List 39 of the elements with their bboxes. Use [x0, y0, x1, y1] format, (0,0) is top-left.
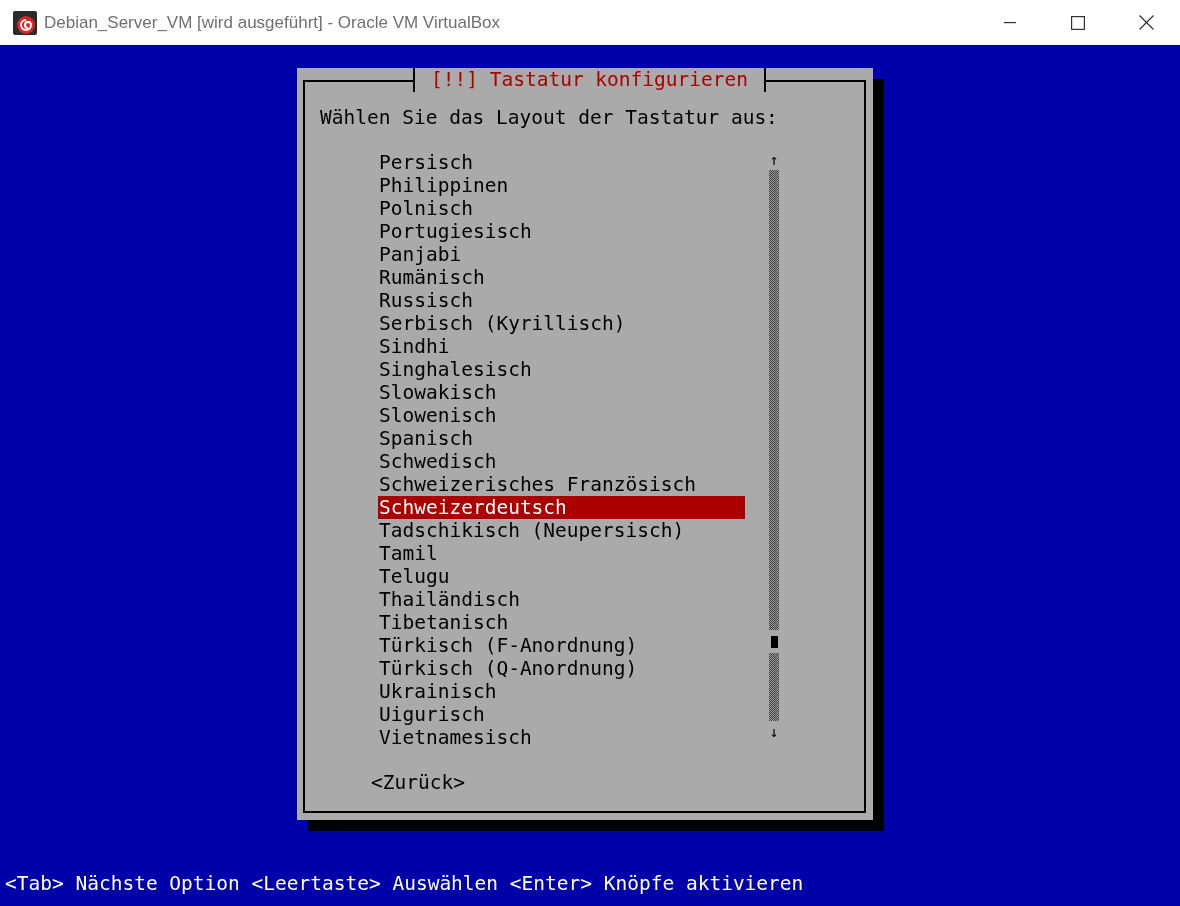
scroll-down-arrow[interactable]: ↓ — [769, 723, 779, 742]
app-logo-icon — [13, 10, 37, 35]
minimize-icon — [1004, 21, 1016, 24]
list-item[interactable]: Philippinen — [378, 174, 745, 197]
scrollbar-thumb[interactable] — [770, 636, 778, 648]
list-item[interactable]: Ukrainisch — [378, 680, 745, 703]
list-item[interactable]: Telugu — [378, 565, 745, 588]
list-item[interactable]: Tamil — [378, 542, 745, 565]
list-item[interactable]: Türkisch (F-Anordnung) — [378, 634, 745, 657]
status-bar-hint: <Tab> Nächste Option <Leertaste> Auswählen <Enter> Knöpfe aktivieren — [4, 872, 805, 895]
list-item[interactable]: Serbisch (Kyrillisch) — [378, 312, 745, 335]
list-item[interactable]: Vietnamesisch — [378, 726, 745, 749]
window-title: Debian_Server_VM [wird ausgeführt] - Oracle VM VirtualBox — [44, 12, 502, 33]
list-item[interactable]: Tadschikisch (Neupersisch) — [378, 519, 745, 542]
list-item[interactable]: Sindhi — [378, 335, 745, 358]
list-item[interactable]: Portugiesisch — [378, 220, 745, 243]
prompt-text: Wählen Sie das Layout der Tastatur aus: — [320, 106, 779, 129]
list-item[interactable]: Slowenisch — [378, 404, 745, 427]
scroll-up-arrow[interactable]: ↑ — [769, 151, 779, 170]
list-item[interactable]: Thailändisch — [378, 588, 745, 611]
back-button[interactable]: <Zurück> — [371, 771, 465, 794]
list-item[interactable]: Schweizerdeutsch — [378, 496, 745, 519]
list-item[interactable]: Türkisch (Q-Anordnung) — [378, 657, 745, 680]
scrollbar-track — [769, 653, 779, 721]
list-item[interactable]: Russisch — [378, 289, 745, 312]
list-item[interactable]: Schweizerisches Französisch — [378, 473, 745, 496]
list-item[interactable]: Tibetanisch — [378, 611, 745, 634]
list-item[interactable]: Schwedisch — [378, 450, 745, 473]
dialog-title: [!!] Tastatur konfigurieren — [413, 68, 766, 92]
list-item[interactable]: Slowakisch — [378, 381, 745, 404]
list-item[interactable]: Spanisch — [378, 427, 745, 450]
list-item[interactable]: Polnisch — [378, 197, 745, 220]
maximize-icon — [1071, 15, 1085, 30]
close-icon — [1138, 15, 1154, 30]
list-item[interactable]: Singhalesisch — [378, 358, 745, 381]
list-item[interactable]: Panjabi — [378, 243, 745, 266]
list-item[interactable]: Uigurisch — [378, 703, 745, 726]
list-item[interactable]: Rumänisch — [378, 266, 745, 289]
list-item[interactable]: Persisch — [378, 151, 745, 174]
